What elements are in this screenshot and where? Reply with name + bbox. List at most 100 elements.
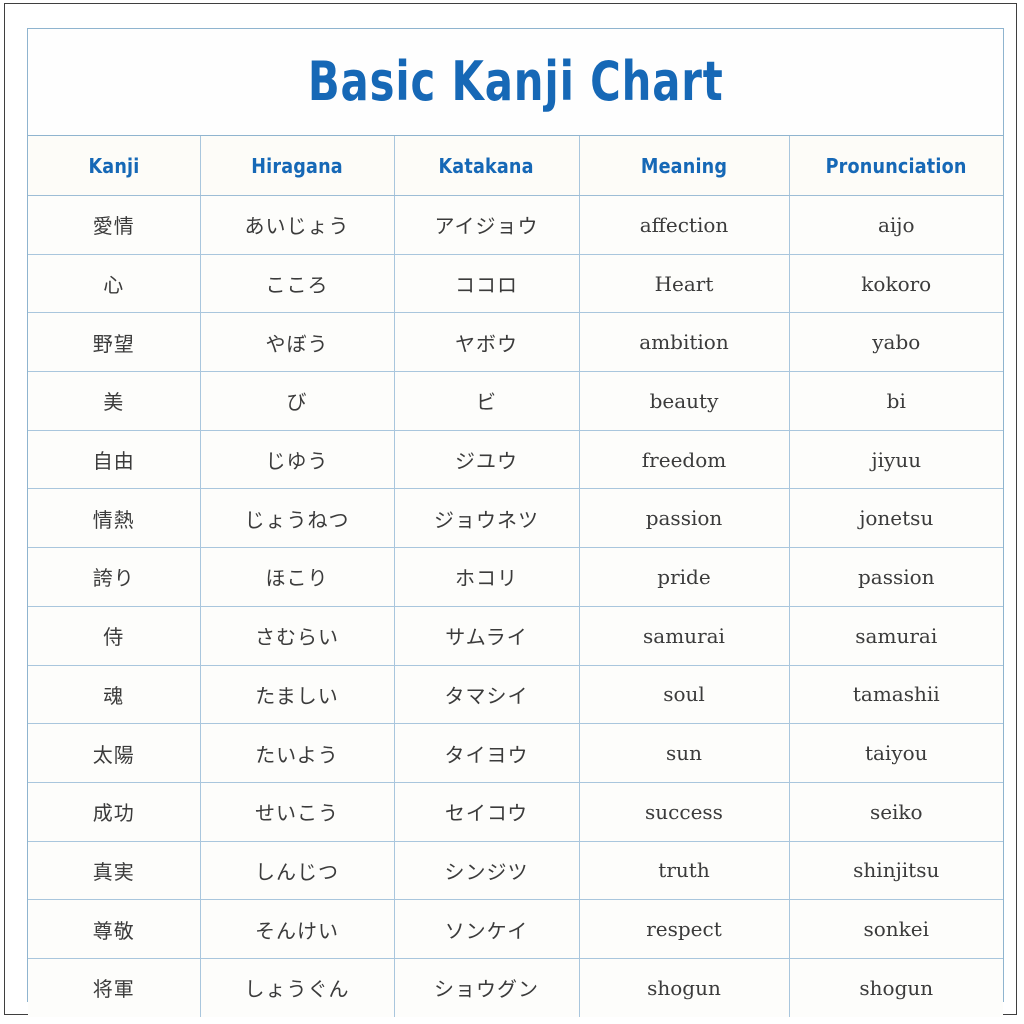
- chart-title-cell: Basic Kanji Chart: [28, 29, 1004, 136]
- cell-kanji: 尊敬: [28, 899, 201, 959]
- cell-katakana: タマシイ: [394, 665, 580, 725]
- cell-hiragana: び: [200, 371, 395, 431]
- column-header-label: Pronunciation: [825, 153, 967, 178]
- cell-meaning: soul: [579, 665, 790, 725]
- column-header-hiragana[interactable]: Hiragana: [200, 135, 395, 196]
- cell-pronunciation: samurai: [789, 606, 1004, 666]
- cell-hiragana: こころ: [200, 254, 395, 314]
- cell-meaning: ambition: [579, 312, 790, 373]
- cell-pronunciation: jiyuu: [789, 430, 1004, 490]
- cell-pronunciation: taiyou: [789, 723, 1004, 783]
- title-row: Basic Kanji Chart: [28, 29, 1004, 136]
- cell-meaning: freedom: [579, 430, 790, 490]
- cell-katakana: ココロ: [394, 254, 580, 314]
- cell-katakana: シンジツ: [394, 841, 580, 901]
- cell-pronunciation: shogun: [789, 958, 1004, 1017]
- cell-katakana: ビ: [394, 371, 580, 431]
- column-header-label: Meaning: [640, 153, 728, 178]
- cell-pronunciation: seiko: [789, 782, 1004, 842]
- cell-pronunciation: yabo: [789, 312, 1004, 373]
- cell-hiragana: あいじょう: [200, 195, 395, 255]
- cell-hiragana: しょうぐん: [200, 958, 395, 1017]
- cell-meaning: shogun: [579, 958, 790, 1017]
- cell-meaning: pride: [579, 547, 790, 607]
- kanji-chart: Basic Kanji Chart Kanji Hiragana Katakana M…: [27, 28, 1004, 1017]
- cell-meaning: passion: [579, 488, 790, 549]
- table-row: 野望 やぼう ヤボウ ambition yabo: [28, 312, 1004, 373]
- cell-meaning: respect: [579, 899, 790, 959]
- cell-katakana: ソンケイ: [394, 899, 580, 959]
- column-header-katakana[interactable]: Katakana: [394, 135, 580, 196]
- cell-kanji: 自由: [28, 430, 201, 490]
- kanji-table: Basic Kanji Chart Kanji Hiragana Katakana M…: [28, 29, 1004, 1017]
- page-title: Basic Kanji Chart: [307, 50, 724, 113]
- cell-katakana: ヤボウ: [394, 312, 580, 373]
- table-row: 成功 せいこう セイコウ success seiko: [28, 782, 1004, 842]
- cell-kanji: 美: [28, 371, 201, 431]
- cell-pronunciation: tamashii: [789, 665, 1004, 725]
- cell-kanji: 情熱: [28, 488, 201, 549]
- cell-kanji: 将軍: [28, 958, 201, 1017]
- cell-hiragana: そんけい: [200, 899, 395, 959]
- cell-kanji: 誇り: [28, 547, 201, 607]
- cell-hiragana: たいよう: [200, 723, 395, 783]
- cell-meaning: beauty: [579, 371, 790, 431]
- table-row: 尊敬 そんけい ソンケイ respect sonkei: [28, 899, 1004, 959]
- table-row: 誇り ほこり ホコリ pride passion: [28, 547, 1004, 607]
- table-header-row: Kanji Hiragana Katakana Meaning Pronunciatio…: [28, 135, 1004, 196]
- table-row: 愛情 あいじょう アイジョウ affection aijo: [28, 195, 1004, 255]
- cell-katakana: セイコウ: [394, 782, 580, 842]
- cell-kanji: 侍: [28, 606, 201, 666]
- cell-meaning: success: [579, 782, 790, 842]
- table-row: 真実 しんじつ シンジツ truth shinjitsu: [28, 841, 1004, 901]
- cell-pronunciation: aijo: [789, 195, 1004, 255]
- cell-pronunciation: shinjitsu: [789, 841, 1004, 901]
- cell-kanji: 成功: [28, 782, 201, 842]
- cell-katakana: ショウグン: [394, 958, 580, 1017]
- column-header-label: Kanji: [88, 153, 140, 178]
- column-header-pronunciation[interactable]: Pronunciation: [789, 135, 1004, 196]
- table-row: 情熱 じょうねつ ジョウネツ passion jonetsu: [28, 488, 1004, 549]
- cell-meaning: truth: [579, 841, 790, 901]
- cell-pronunciation: passion: [789, 547, 1004, 607]
- cell-katakana: ホコリ: [394, 547, 580, 607]
- cell-pronunciation: bi: [789, 371, 1004, 431]
- page-frame: Basic Kanji Chart Kanji Hiragana Katakana M…: [4, 3, 1017, 1017]
- cell-katakana: アイジョウ: [394, 195, 580, 255]
- cell-meaning: Heart: [579, 254, 790, 314]
- cell-katakana: ジユウ: [394, 430, 580, 490]
- cell-kanji: 野望: [28, 312, 201, 373]
- cell-pronunciation: jonetsu: [789, 488, 1004, 549]
- column-header-meaning[interactable]: Meaning: [579, 135, 790, 196]
- cell-katakana: タイヨウ: [394, 723, 580, 783]
- table-row: 魂たましい タマシイ soul tamashii: [28, 665, 1004, 725]
- cell-kanji: 愛情: [28, 195, 201, 255]
- cell-hiragana: たましい: [200, 665, 395, 725]
- cell-kanji: 魂: [28, 665, 201, 725]
- table-row: 心こころ ココロ Heart kokoro: [28, 254, 1004, 314]
- cell-hiragana: じょうねつ: [200, 488, 395, 549]
- cell-hiragana: しんじつ: [200, 841, 395, 901]
- cell-pronunciation: kokoro: [789, 254, 1004, 314]
- cell-meaning: sun: [579, 723, 790, 783]
- table-row: 美びビ beauty bi: [28, 371, 1004, 431]
- table-row: 侍さむらい サムライ samurai samurai: [28, 606, 1004, 666]
- column-header-label: Hiragana: [251, 153, 343, 178]
- column-header-kanji[interactable]: Kanji: [28, 135, 201, 196]
- cell-hiragana: じゆう: [200, 430, 395, 490]
- cell-katakana: ジョウネツ: [394, 488, 580, 549]
- cell-katakana: サムライ: [394, 606, 580, 666]
- table-row: 太陽 たいよう タイヨウ sun taiyou: [28, 723, 1004, 783]
- cell-hiragana: さむらい: [200, 606, 395, 666]
- cell-pronunciation: sonkei: [789, 899, 1004, 959]
- column-header-label: Katakana: [438, 153, 535, 178]
- cell-hiragana: やぼう: [200, 312, 395, 373]
- cell-hiragana: ほこり: [200, 547, 395, 607]
- table-row: 自由 じゆう ジユウ freedom jiyuu: [28, 430, 1004, 490]
- cell-hiragana: せいこう: [200, 782, 395, 842]
- cell-kanji: 心: [28, 254, 201, 314]
- cell-kanji: 真実: [28, 841, 201, 901]
- cell-meaning: affection: [579, 195, 790, 255]
- table-row: 将軍 しょうぐん ショウグン shogun shogun: [28, 958, 1004, 1017]
- cell-kanji: 太陽: [28, 723, 201, 783]
